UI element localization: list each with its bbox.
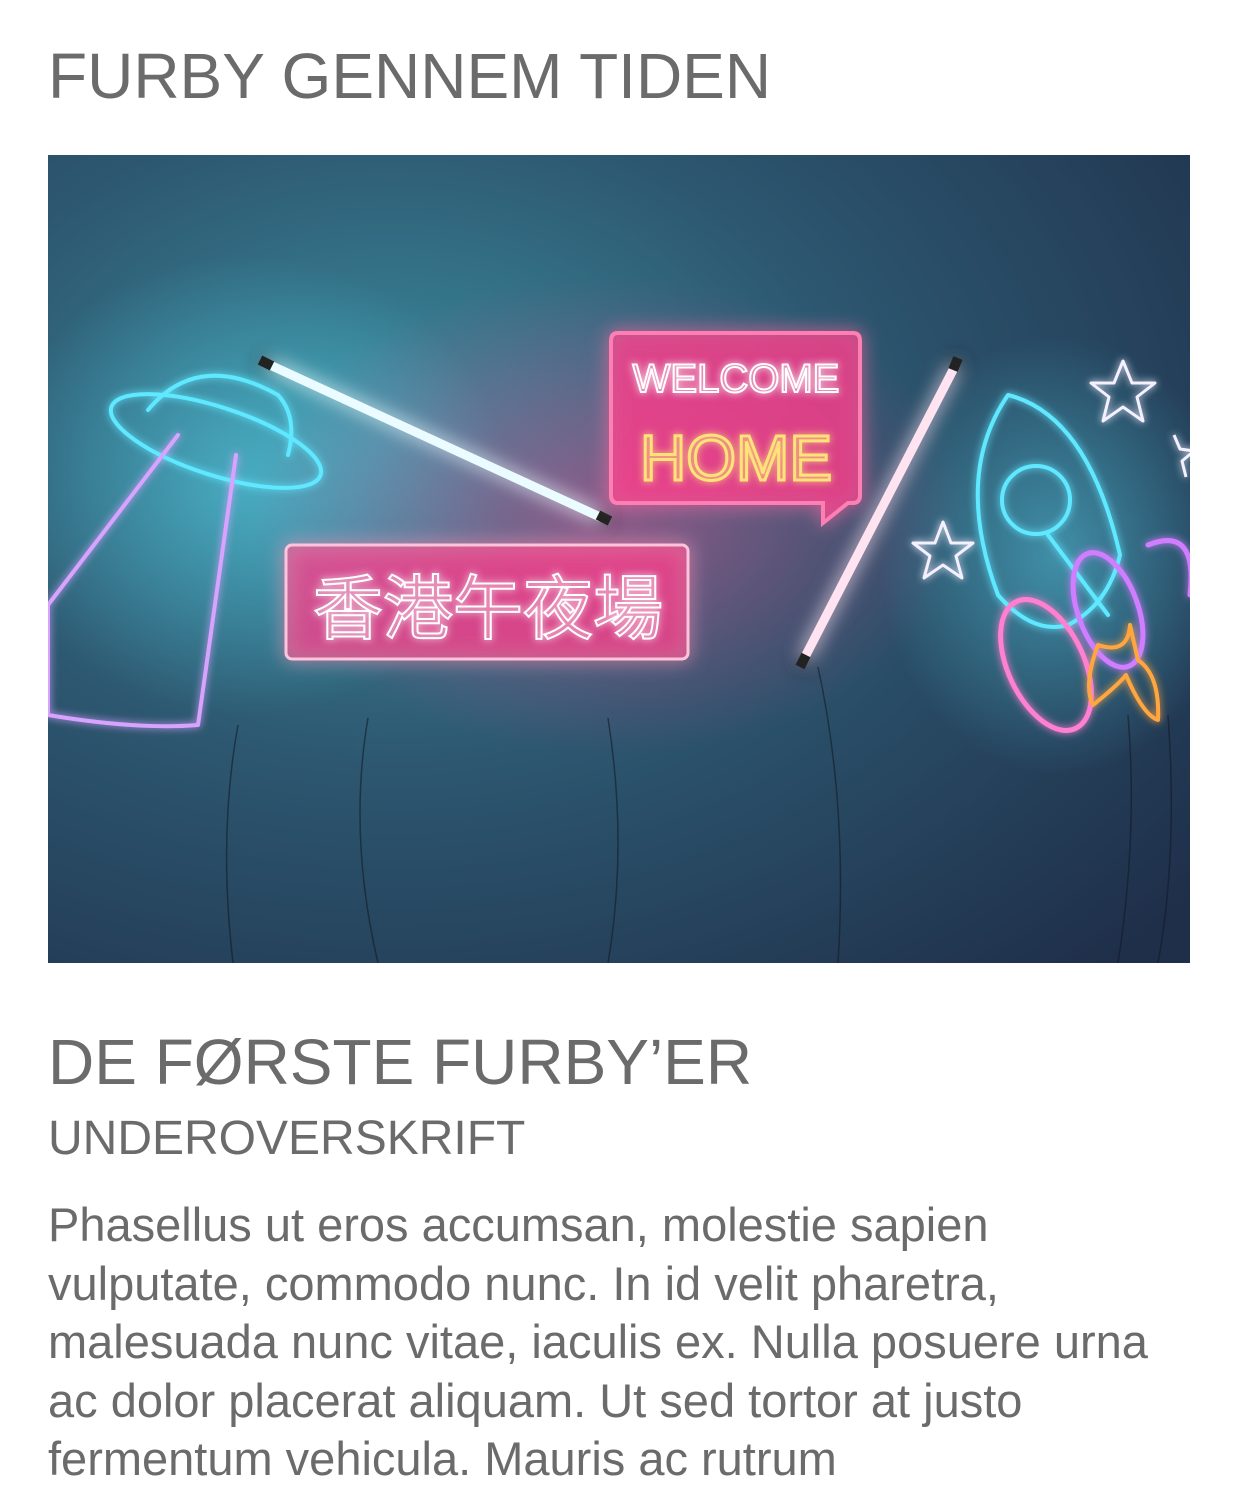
sign-welcome-text: WELCOME — [633, 357, 840, 401]
article-heading: DE FØRSTE FURBY’ER — [48, 1026, 753, 1098]
welcome-home-sign: WELCOME HOME — [609, 331, 862, 528]
hero-image: WELCOME HOME 香港午夜場 — [48, 155, 1190, 963]
article-subheading: UNDEROVERSKRIFT — [48, 1112, 526, 1165]
sign-home-text: HOME — [640, 422, 832, 494]
page-title: FURBY GENNEM TIDEN — [48, 40, 772, 112]
sign-chinese-text: 香港午夜場 — [313, 568, 663, 650]
article-body: Phasellus ut eros accumsan, molestie sap… — [48, 1198, 1148, 1485]
chinese-sign: 香港午夜場 — [284, 543, 690, 661]
